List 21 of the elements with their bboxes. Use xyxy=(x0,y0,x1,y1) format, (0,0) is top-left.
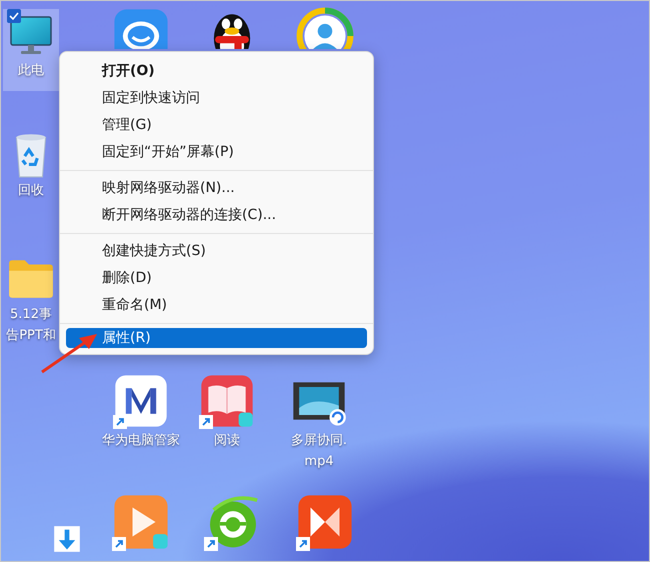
menu-item[interactable]: 管理(G) xyxy=(66,112,367,139)
menu-item[interactable]: 创建快捷方式(S) xyxy=(66,238,367,265)
menu-item[interactable]: 映射网络驱动器(N)... xyxy=(66,175,367,202)
menu-item[interactable]: 重命名(M) xyxy=(66,292,367,319)
play-icon xyxy=(112,493,170,551)
shortcut-arrow-icon xyxy=(113,415,127,429)
menu-item[interactable]: 删除(D) xyxy=(66,265,367,292)
menu-item[interactable]: 打开(O) xyxy=(66,58,367,85)
menu-item[interactable]: 固定到“开始”屏幕(P) xyxy=(66,139,367,166)
checkbox-tick[interactable] xyxy=(7,9,21,23)
menu-item[interactable]: 断开网络驱动器的连接(C)... xyxy=(66,202,367,229)
menu-item[interactable]: 固定到快速访问 xyxy=(66,85,367,112)
shortcut-arrow-icon xyxy=(199,415,213,429)
shortcut-arrow-icon xyxy=(296,537,310,551)
bowtie-play-icon xyxy=(296,493,354,551)
m-logo-icon xyxy=(113,373,169,429)
chat-bubble-icon xyxy=(112,7,170,49)
open-book-icon xyxy=(199,373,255,429)
shortcut-arrow-icon xyxy=(204,537,218,551)
shortcut-arrow-icon xyxy=(112,537,126,551)
menu-item[interactable]: 属性(R) xyxy=(66,328,367,348)
